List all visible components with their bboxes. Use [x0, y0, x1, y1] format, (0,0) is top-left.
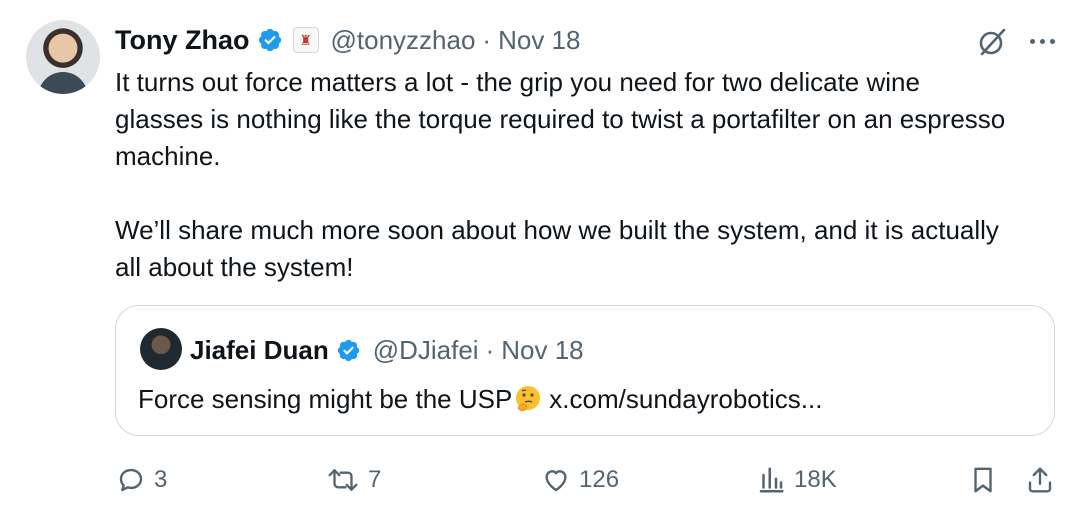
- views-button[interactable]: 18K: [756, 455, 837, 505]
- verified-badge-icon: [258, 28, 281, 52]
- separator: ·: [482, 24, 492, 55]
- tweet-header: Tony Zhao ♜ @tonyzzhao · Nov 18: [115, 22, 580, 58]
- author-avatar[interactable]: [26, 20, 100, 94]
- tweet-text: It turns out force matters a lot - the g…: [115, 64, 1015, 286]
- verified-badge-icon: [337, 339, 359, 361]
- like-button[interactable]: 126: [541, 455, 619, 505]
- quote-author-handle[interactable]: @DJiafei: [373, 335, 479, 366]
- tweet-paragraph: We’ll share much more soon about how we …: [115, 215, 999, 282]
- quoted-tweet[interactable]: Jiafei Duan @DJiafei · Nov 18 Force sens…: [115, 305, 1055, 436]
- author-name[interactable]: Tony Zhao: [115, 25, 250, 56]
- thinking-face-icon: [516, 386, 541, 412]
- reply-icon: [119, 468, 143, 492]
- quote-body: Force sensing might be the USP: [138, 384, 513, 414]
- tweet-paragraph: It turns out force matters a lot - the g…: [115, 67, 1006, 171]
- quote-date[interactable]: Nov 18: [501, 335, 583, 366]
- bookmark-button[interactable]: [968, 455, 998, 505]
- more-icon[interactable]: [1025, 30, 1059, 52]
- grok-icon[interactable]: [976, 26, 1008, 58]
- affiliate-badge-icon[interactable]: ♜: [292, 27, 319, 53]
- repost-icon: [328, 469, 358, 491]
- quote-avatar[interactable]: [140, 328, 182, 370]
- views-count: 18K: [794, 466, 837, 493]
- action-bar: 3 7 126 18K: [0, 455, 1080, 505]
- views-icon: [759, 467, 784, 493]
- author-handle[interactable]: @tonyzzhao: [331, 25, 476, 56]
- quote-header: Jiafei Duan @DJiafei · Nov 18: [190, 330, 584, 370]
- tweet-date[interactable]: Nov 18: [498, 25, 580, 56]
- repost-button[interactable]: 7: [326, 455, 381, 505]
- quote-author-name[interactable]: Jiafei Duan: [190, 335, 329, 366]
- share-icon: [1028, 467, 1052, 493]
- quote-text: Force sensing might be the USP x.com/sun…: [138, 380, 822, 418]
- reply-button[interactable]: 3: [116, 455, 167, 505]
- like-icon: [545, 470, 567, 492]
- bookmark-icon: [974, 467, 992, 493]
- like-count: 126: [579, 466, 620, 493]
- quote-link[interactable]: x.com/sundayrobotics...: [549, 380, 822, 418]
- reply-count: 3: [154, 466, 168, 493]
- repost-count: 7: [368, 466, 382, 493]
- share-button[interactable]: [1025, 455, 1055, 505]
- separator: ·: [485, 334, 495, 365]
